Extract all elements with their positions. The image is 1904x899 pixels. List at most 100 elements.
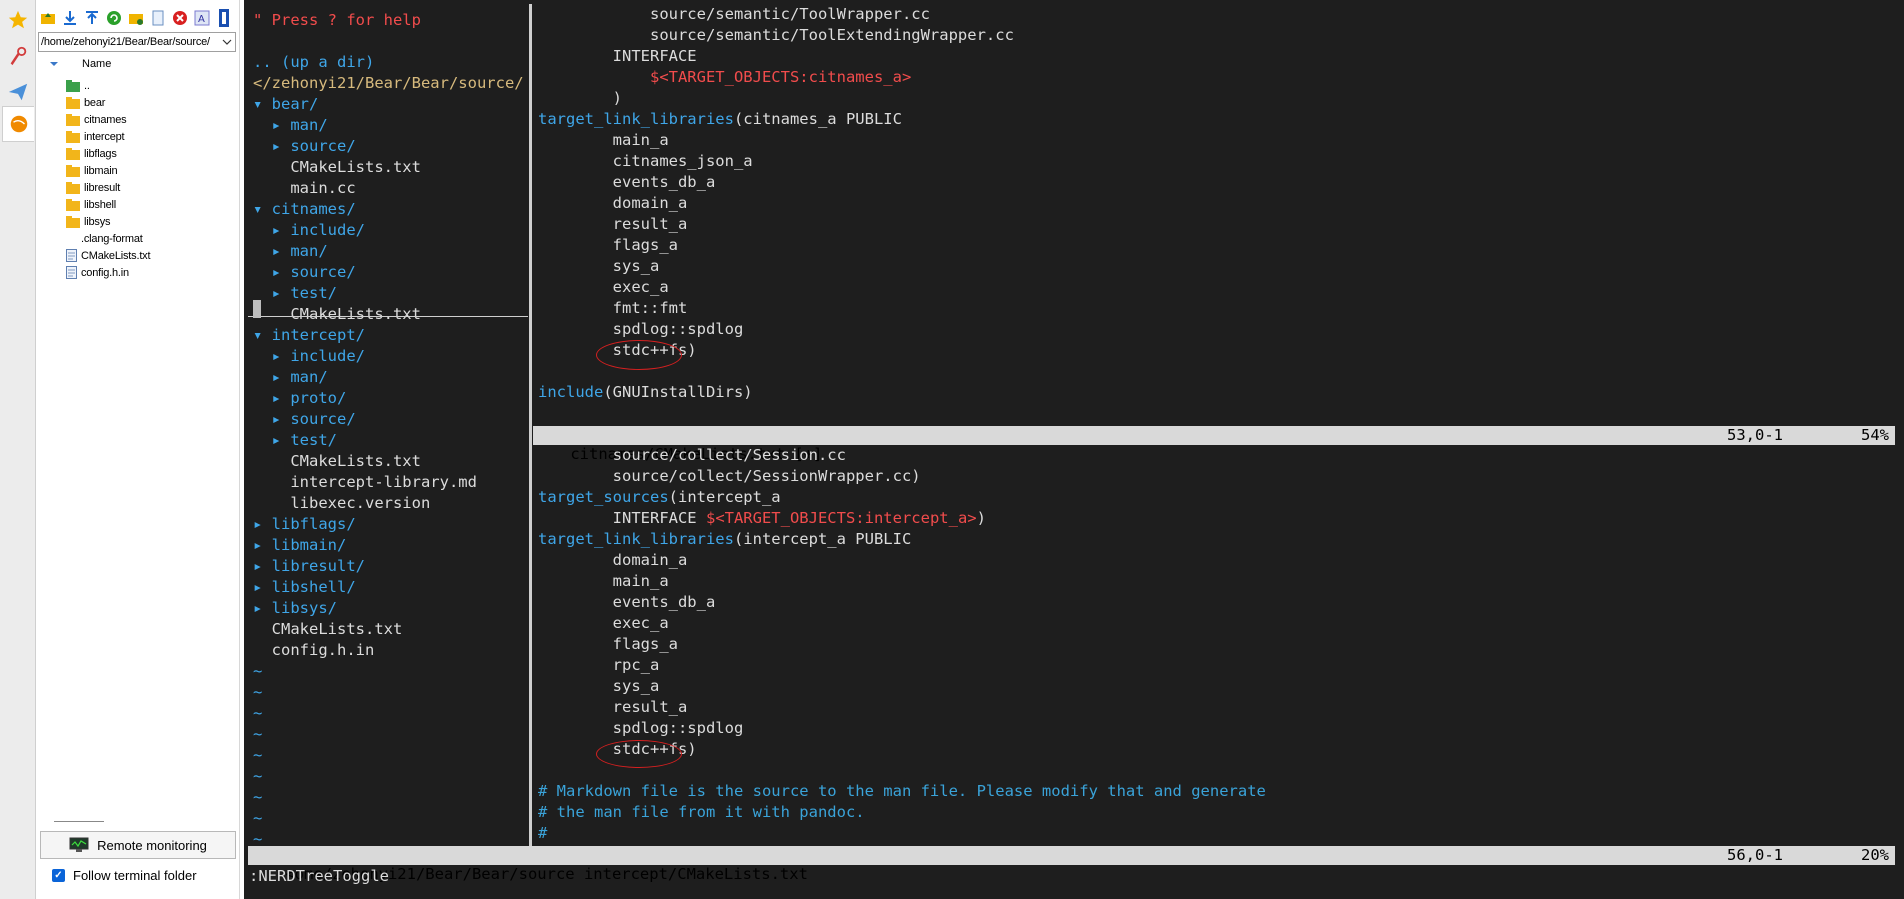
code-line[interactable]: # <box>538 823 547 844</box>
tree-line[interactable]: " Press ? for help <box>253 10 421 31</box>
tree-line[interactable]: ▸ libsys/ <box>253 598 337 619</box>
tree-line[interactable]: ~ <box>253 682 262 703</box>
tree-line[interactable]: CMakeLists.txt <box>253 157 421 178</box>
tree-line[interactable]: ▸ man/ <box>253 241 328 262</box>
code-line[interactable]: $<TARGET_OBJECTS:citnames_a> <box>538 67 911 88</box>
file-list-item[interactable]: libshell <box>56 196 236 213</box>
tree-line[interactable]: ~ <box>253 661 262 682</box>
code-line[interactable]: main_a <box>538 571 669 592</box>
code-line[interactable]: exec_a <box>538 277 669 298</box>
file-list-item[interactable]: intercept <box>56 128 236 145</box>
follow-terminal-folder-option[interactable]: ✓ Follow terminal folder <box>52 868 197 883</box>
code-line[interactable]: citnames_json_a <box>538 151 753 172</box>
tree-line[interactable]: .. (up a dir) <box>253 52 374 73</box>
tree-line[interactable]: CMakeLists.txt <box>253 451 421 472</box>
download-button[interactable] <box>60 8 80 28</box>
code-line[interactable]: ) <box>538 88 622 109</box>
editor-window-top[interactable]: source/semantic/ToolWrapper.cc source/se… <box>536 4 1904 424</box>
file-list-item[interactable]: citnames <box>56 111 236 128</box>
code-line[interactable]: events_db_a <box>538 592 716 613</box>
tree-line[interactable]: libexec.version <box>253 493 430 514</box>
file-list-item[interactable]: config.h.in <box>56 264 236 281</box>
file-list-item[interactable]: libsys <box>56 213 236 230</box>
tree-line[interactable]: ▸ source/ <box>253 136 356 157</box>
code-line[interactable]: events_db_a <box>538 172 716 193</box>
tools-tab[interactable] <box>2 38 34 74</box>
tree-line[interactable]: ▾ citnames/ <box>253 199 356 220</box>
tree-line[interactable]: ~ <box>253 766 262 787</box>
file-list-item[interactable]: libresult <box>56 179 236 196</box>
tree-line[interactable]: ~ <box>253 808 262 829</box>
tree-line[interactable]: ▸ proto/ <box>253 388 347 409</box>
code-line[interactable]: source/collect/Session.cc <box>538 445 846 466</box>
code-line[interactable]: sys_a <box>538 676 660 697</box>
tree-line[interactable]: main.cc <box>253 178 355 199</box>
tree-line[interactable]: ▸ test/ <box>253 430 337 451</box>
code-line[interactable]: INTERFACE $<TARGET_OBJECTS:intercept_a>) <box>538 508 986 529</box>
code-line[interactable]: target_sources(intercept_a <box>538 487 781 508</box>
rename-button[interactable]: A <box>192 8 212 28</box>
code-line[interactable]: target_link_libraries(intercept_a PUBLIC <box>538 529 911 550</box>
code-line[interactable]: spdlog::spdlog <box>538 718 744 739</box>
upload-button[interactable] <box>82 8 102 28</box>
code-line[interactable]: flags_a <box>538 634 678 655</box>
tree-line[interactable]: CMakeLists.txt <box>253 619 403 640</box>
code-line[interactable]: domain_a <box>538 193 688 214</box>
code-line[interactable]: fmt::fmt <box>538 298 688 319</box>
file-list-item[interactable]: bear <box>56 94 236 111</box>
code-line[interactable]: # Markdown file is the source to the man… <box>538 781 1266 802</box>
tree-line[interactable]: ▸ libflags/ <box>253 514 356 535</box>
favorites-tab[interactable] <box>2 2 34 38</box>
tree-line[interactable]: ~ <box>253 724 262 745</box>
tree-line[interactable]: </zehonyi21/Bear/Bear/source/ <box>253 73 524 94</box>
new-folder-button[interactable] <box>126 8 146 28</box>
tree-line[interactable]: ▸ include/ <box>253 346 365 367</box>
tree-line[interactable]: ▸ test/ <box>253 283 337 304</box>
file-list-header[interactable]: Name <box>36 56 240 72</box>
tree-line[interactable]: intercept-library.md <box>253 472 477 493</box>
remote-monitoring-button[interactable]: Remote monitoring <box>40 831 236 859</box>
sftp-path-input[interactable]: /home/zehonyi21/Bear/Bear/source/ <box>38 32 236 52</box>
file-list-item[interactable]: CMakeLists.txt <box>56 247 236 264</box>
tree-line[interactable]: CMakeLists.txt <box>253 304 421 325</box>
code-line[interactable]: include(GNUInstallDirs) <box>538 382 753 403</box>
code-line[interactable]: # the man file from it with pandoc. <box>538 802 865 823</box>
tree-line[interactable]: ▸ libmain/ <box>253 535 346 556</box>
file-list-item[interactable]: libflags <box>56 145 236 162</box>
code-line[interactable]: flags_a <box>538 235 678 256</box>
tree-line[interactable]: ▸ source/ <box>253 262 356 283</box>
code-line[interactable]: sys_a <box>538 256 660 277</box>
tree-line[interactable]: ~ <box>253 787 262 808</box>
code-line[interactable]: target_link_libraries(citnames_a PUBLIC <box>538 109 902 130</box>
tree-line[interactable]: ▸ source/ <box>253 409 356 430</box>
tree-line[interactable]: ▸ libshell/ <box>253 577 356 598</box>
tree-line[interactable]: ▾ bear/ <box>253 94 318 115</box>
tree-line[interactable]: ▾ intercept/ <box>253 325 365 346</box>
tree-line[interactable]: ▸ man/ <box>253 115 328 136</box>
code-line[interactable]: main_a <box>538 130 669 151</box>
code-line[interactable]: rpc_a <box>538 655 660 676</box>
file-list-item[interactable]: libmain <box>56 162 236 179</box>
nerdtree-pane[interactable]: " Press ? for help .. (up a dir) </zehonyi… <box>248 4 528 850</box>
delete-button[interactable] <box>170 8 190 28</box>
tree-line[interactable]: config.h.in <box>253 640 375 661</box>
vertical-split-bar[interactable] <box>529 4 532 846</box>
code-line[interactable]: source/collect/SessionWrapper.cc) <box>538 466 921 487</box>
code-line[interactable]: spdlog::spdlog <box>538 319 744 340</box>
new-file-button[interactable] <box>148 8 168 28</box>
tree-line[interactable]: ▸ man/ <box>253 367 328 388</box>
tree-line[interactable]: ~ <box>253 745 262 766</box>
tree-line[interactable]: ▸ include/ <box>253 220 365 241</box>
panel-divider[interactable] <box>54 821 104 822</box>
terminal[interactable]: " Press ? for help .. (up a dir) </zehonyi… <box>244 0 1904 899</box>
chevron-down-icon[interactable] <box>221 35 233 49</box>
code-line[interactable]: domain_a <box>538 550 688 571</box>
code-line[interactable]: exec_a <box>538 613 669 634</box>
vim-command-line[interactable]: :NERDTreeToggle <box>249 867 389 886</box>
sftp-tab[interactable] <box>2 74 34 110</box>
code-line[interactable]: result_a <box>538 214 688 235</box>
code-line[interactable]: INTERFACE <box>538 46 697 67</box>
refresh-button[interactable] <box>104 8 124 28</box>
follow-terminal-checkbox[interactable]: ✓ <box>52 869 65 882</box>
editor-window-bottom[interactable]: source/collect/Session.cc source/collect… <box>536 445 1904 845</box>
